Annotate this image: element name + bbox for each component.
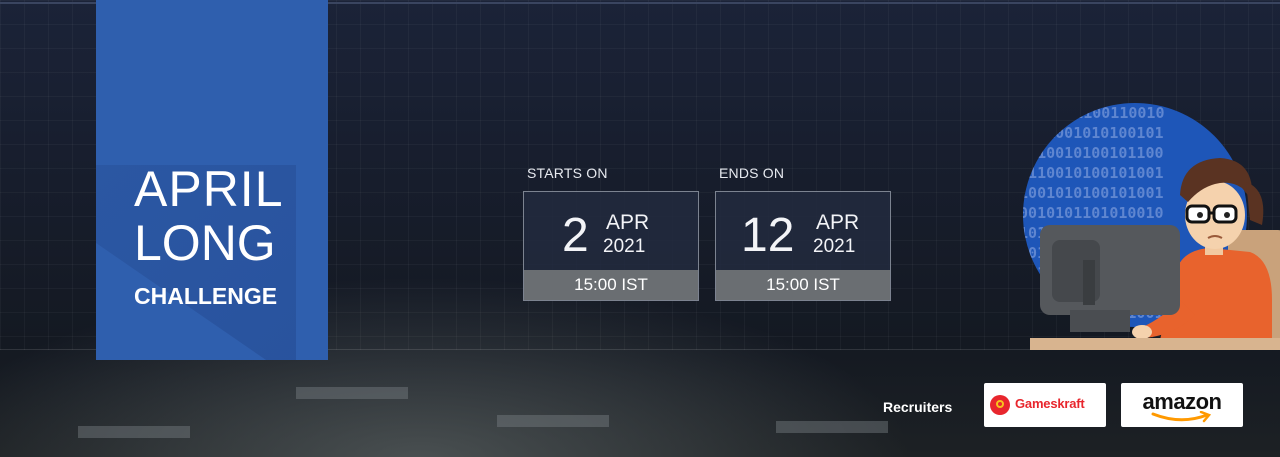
svg-text:01001010100101001: 01001010100101001 <box>1010 184 1164 202</box>
event-title-line1: APRIL <box>134 161 284 217</box>
start-year: 2021 <box>603 236 646 257</box>
coder-illustration: 0100101100110010 01011001010100101 10010… <box>1010 103 1280 350</box>
svg-text:10010101101010010: 10010101101010010 <box>1010 204 1164 222</box>
floor-decoration <box>497 415 609 427</box>
start-month: APR <box>606 211 650 234</box>
amazon-logo[interactable]: amazon <box>1121 383 1243 427</box>
start-date-label: STARTS ON <box>527 165 608 181</box>
svg-text:0100101100110010: 0100101100110010 <box>1020 104 1165 122</box>
svg-text:10010010100101100: 10010010100101100 <box>1010 144 1164 162</box>
floor-decoration <box>776 421 888 433</box>
end-year: 2021 <box>813 236 856 257</box>
end-month: APR <box>816 211 860 234</box>
gameskraft-icon <box>990 395 1010 415</box>
start-date-card: 2 APR 2021 15:00 IST <box>523 191 699 301</box>
gameskraft-name: Gameskraft <box>1015 396 1085 411</box>
floor-decoration <box>296 387 408 399</box>
event-title-line3: CHALLENGE <box>134 283 278 309</box>
svg-text:01011001010100101: 01011001010100101 <box>1010 124 1164 142</box>
amazon-smile-icon <box>1151 411 1212 423</box>
floor-decoration <box>78 426 190 438</box>
hero-banner: APRIL LONG CHALLENGE STARTS ON 2 APR 202… <box>0 0 1280 457</box>
end-time: 15:00 IST <box>716 270 890 300</box>
event-title-line2: LONG <box>134 215 276 271</box>
start-day: 2 <box>562 209 589 262</box>
gameskraft-logo[interactable]: Gameskraft <box>984 383 1106 427</box>
end-date-card: 12 APR 2021 15:00 IST <box>715 191 891 301</box>
end-date-label: ENDS ON <box>719 165 785 181</box>
svg-text:10110010100101001: 10110010100101001 <box>1010 164 1164 182</box>
start-time: 15:00 IST <box>524 270 698 300</box>
recruiters-label: Recruiters <box>883 399 953 415</box>
end-day: 12 <box>741 209 795 262</box>
desk <box>1030 338 1280 350</box>
